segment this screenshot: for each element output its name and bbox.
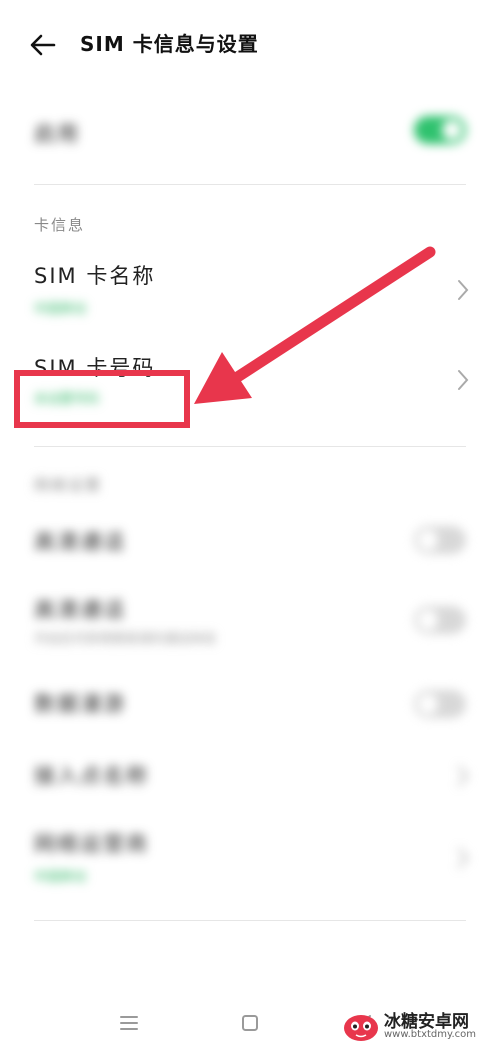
row-toggle[interactable] bbox=[414, 606, 466, 634]
row-label: 接入点名称 bbox=[34, 764, 149, 788]
chevron-right-icon bbox=[458, 280, 469, 300]
row-sub: 开启后可获得更高清的通话体验 bbox=[34, 632, 217, 647]
enable-row[interactable]: 启用 bbox=[0, 100, 500, 162]
row-label: 高清通话 bbox=[34, 530, 126, 554]
watermark-url: www.btxtdmy.com bbox=[384, 1029, 477, 1040]
chevron-right-icon bbox=[458, 766, 469, 786]
sim-name-value: 中国移动 bbox=[34, 302, 87, 317]
home-icon[interactable] bbox=[233, 1006, 267, 1040]
card-info-section-label: 卡信息 bbox=[34, 216, 86, 234]
row-label: 数据漫游 bbox=[34, 692, 126, 716]
chevron-right-icon bbox=[458, 370, 469, 390]
network-row[interactable]: 高清通话 开启后可获得更高清的通话体验 bbox=[0, 590, 500, 656]
network-row[interactable]: 高清通话 bbox=[0, 516, 500, 566]
sim-name-label: SIM 卡名称 bbox=[34, 264, 156, 288]
row-sub: 中国移动 bbox=[34, 870, 87, 885]
enable-toggle[interactable] bbox=[414, 116, 466, 144]
highlight-box bbox=[14, 370, 190, 428]
watermark-logo: 冰糖安卓网 www.btxtdmy.com bbox=[342, 1004, 492, 1048]
row-label: 网络运营商 bbox=[34, 832, 149, 856]
app-header: SIM 卡信息与设置 bbox=[0, 0, 500, 90]
network-row[interactable]: 数据漫游 bbox=[0, 680, 500, 728]
row-toggle[interactable] bbox=[414, 526, 466, 554]
sim-name-row[interactable]: SIM 卡名称 中国移动 bbox=[0, 252, 500, 324]
network-row[interactable]: 网络运营商 中国移动 bbox=[0, 822, 500, 890]
logo-mascot-icon bbox=[344, 1015, 378, 1041]
network-section-label: 网络设置 bbox=[34, 476, 103, 494]
enable-label: 启用 bbox=[34, 122, 80, 146]
divider bbox=[34, 446, 466, 447]
row-toggle[interactable] bbox=[414, 690, 466, 718]
divider bbox=[34, 184, 466, 185]
divider bbox=[34, 920, 466, 921]
row-label: 高清通话 bbox=[34, 598, 126, 622]
menu-icon[interactable] bbox=[112, 1006, 146, 1040]
page-title: SIM 卡信息与设置 bbox=[80, 32, 259, 56]
network-row[interactable]: 接入点名称 bbox=[0, 752, 500, 800]
back-arrow-icon[interactable] bbox=[26, 28, 60, 62]
chevron-right-icon bbox=[458, 848, 469, 868]
